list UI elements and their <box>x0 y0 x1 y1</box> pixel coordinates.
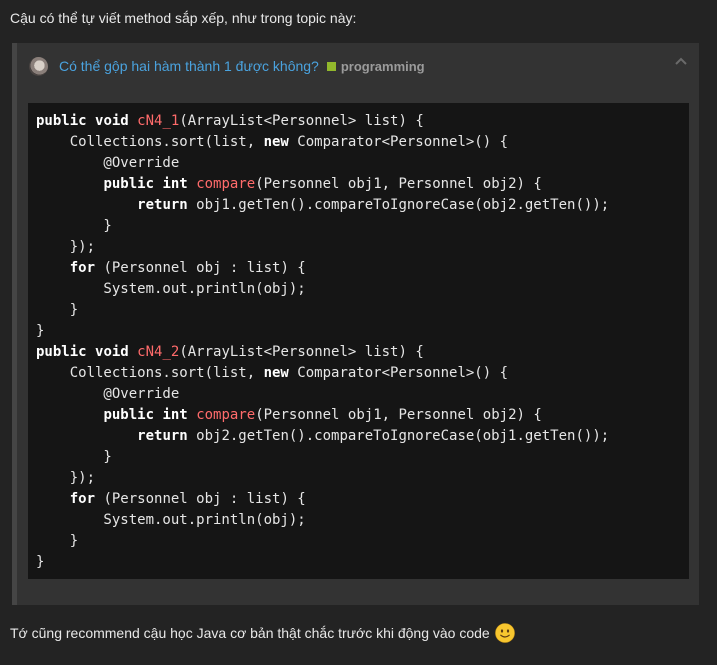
code-line: public int compare(Personnel obj1, Perso… <box>36 174 689 195</box>
code-text: } <box>36 323 45 339</box>
code-line: public void cN4_1(ArrayList<Personnel> l… <box>36 111 689 132</box>
code-line: }); <box>36 468 689 489</box>
outro-text-container: Tớ cũng recommend cậu học Java cơ bản th… <box>10 623 515 643</box>
code-line: } <box>36 300 689 321</box>
topic-link[interactable]: Có thể gộp hai hàm thành 1 được không? <box>59 58 319 74</box>
avatar[interactable] <box>29 56 48 76</box>
code-text: System.out.println(obj); <box>36 281 306 297</box>
code-keyword: public <box>36 113 87 129</box>
category-name[interactable]: programming <box>341 59 425 74</box>
code-keyword: int <box>162 176 188 192</box>
code-text: } <box>36 218 112 234</box>
code-line: } <box>36 216 689 237</box>
code-text: Collections.sort(list, <box>36 365 264 381</box>
code-text: } <box>36 449 112 465</box>
code-text: } <box>36 554 45 570</box>
code-line: System.out.println(obj); <box>36 279 689 300</box>
code-function-name: compare <box>196 176 256 192</box>
code-text: System.out.println(obj); <box>36 512 306 528</box>
code-text: (Personnel obj : list) { <box>95 491 306 507</box>
code-line: public void cN4_2(ArrayList<Personnel> l… <box>36 342 689 363</box>
code-keyword: for <box>69 260 96 276</box>
code-line: System.out.println(obj); <box>36 510 689 531</box>
code-text: obj1.getTen().compareToIgnoreCase(obj2.g… <box>187 197 610 213</box>
code-line: } <box>36 552 689 573</box>
code-line: @Override <box>36 384 689 405</box>
code-text: } <box>36 533 79 549</box>
code-text: (Personnel obj1, Personnel obj2) { <box>255 176 542 192</box>
code-line: Collections.sort(list, new Comparator<Pe… <box>36 363 689 384</box>
code-keyword: for <box>69 491 96 507</box>
code-text: @Override <box>36 155 180 171</box>
code-line: for (Personnel obj : list) { <box>36 489 689 510</box>
code-keyword: return <box>137 197 188 213</box>
intro-text: Cậu có thể tự viết method sắp xếp, như t… <box>10 10 357 26</box>
code-text: Comparator<Personnel>() { <box>288 134 509 150</box>
code-keyword: int <box>162 407 188 423</box>
category-badge-icon <box>326 61 336 71</box>
outro-text: Tớ cũng recommend cậu học Java cơ bản th… <box>10 625 490 641</box>
code-text: }); <box>36 239 96 255</box>
slightly-smiling-face-icon <box>494 623 515 643</box>
code-text: @Override <box>36 386 180 402</box>
code-line: Collections.sort(list, new Comparator<Pe… <box>36 132 689 153</box>
quote-header: Có thể gộp hai hàm thành 1 được không? p… <box>29 55 425 77</box>
code-line: return obj1.getTen().compareToIgnoreCase… <box>36 195 689 216</box>
code-keyword: new <box>263 365 289 381</box>
code-text: }); <box>36 470 96 486</box>
code-keyword: return <box>137 428 188 444</box>
code-text: obj2.getTen().compareToIgnoreCase(obj1.g… <box>187 428 610 444</box>
code-keyword: void <box>95 113 129 129</box>
code-keyword: public <box>36 344 87 360</box>
code-function-name: cN4_2 <box>137 344 180 360</box>
code-keyword: public <box>103 407 155 423</box>
code-function-name: compare <box>196 407 256 423</box>
code-line: }); <box>36 237 689 258</box>
code-line: } <box>36 447 689 468</box>
code-text: Collections.sort(list, <box>36 134 264 150</box>
code-line: public int compare(Personnel obj1, Perso… <box>36 405 689 426</box>
code-keyword: public <box>103 176 155 192</box>
code-text: (Personnel obj : list) { <box>95 260 306 276</box>
code-text: Comparator<Personnel>() { <box>288 365 509 381</box>
code-text: (ArrayList<Personnel> list) { <box>179 113 424 129</box>
code-function-name: cN4_1 <box>137 113 180 129</box>
code-line: return obj2.getTen().compareToIgnoreCase… <box>36 426 689 447</box>
code-keyword: new <box>263 134 289 150</box>
code-line: } <box>36 531 689 552</box>
code-text: } <box>36 302 79 318</box>
code-line: for (Personnel obj : list) { <box>36 258 689 279</box>
code-text: (ArrayList<Personnel> list) { <box>179 344 424 360</box>
quoted-post: Có thể gộp hai hàm thành 1 được không? p… <box>12 43 699 605</box>
chevron-up-icon[interactable] <box>675 56 687 68</box>
code-line: } <box>36 321 689 342</box>
code-text: (Personnel obj1, Personnel obj2) { <box>255 407 542 423</box>
code-line: @Override <box>36 153 689 174</box>
code-keyword: void <box>95 344 129 360</box>
code-block: public void cN4_1(ArrayList<Personnel> l… <box>28 103 689 579</box>
